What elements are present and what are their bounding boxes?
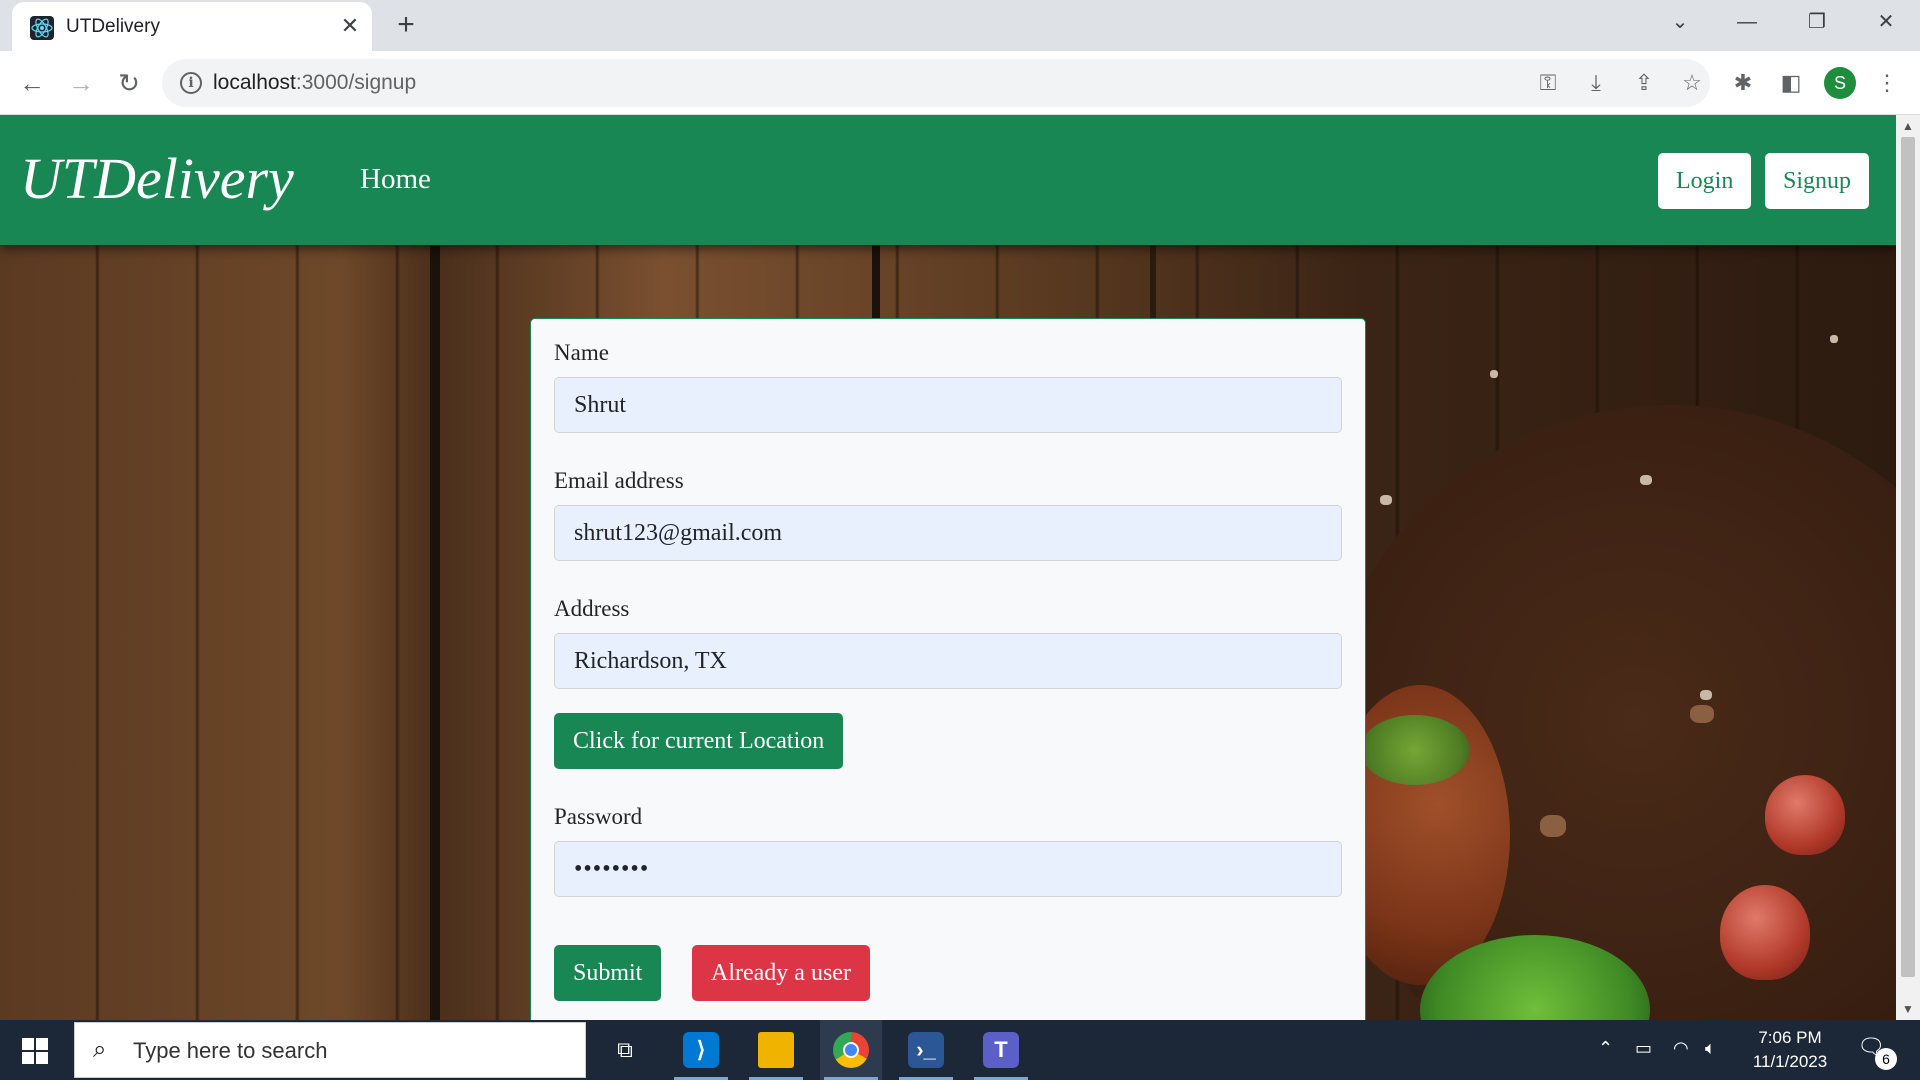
chrome-icon[interactable] bbox=[820, 1020, 882, 1080]
wifi-icon[interactable]: ◠ bbox=[1673, 1038, 1689, 1059]
site-navbar: UTDelivery Home Login Signup bbox=[0, 115, 1896, 245]
powershell-icon[interactable]: ›_ bbox=[895, 1020, 957, 1080]
windows-taskbar: ⌕ Type here to search ⧉ ⟩ ›_ T ⌃ ▭ ◠ 🔈︎ … bbox=[0, 1020, 1920, 1080]
name-input[interactable]: Shrut bbox=[554, 377, 1342, 433]
tab-search-chevron-icon[interactable]: ⌄ bbox=[1660, 8, 1700, 36]
back-arrow-icon[interactable]: ← bbox=[17, 68, 47, 98]
submit-button[interactable]: Submit bbox=[554, 945, 662, 1001]
scroll-thumb[interactable] bbox=[1901, 137, 1915, 977]
clock-time: 7:06 PM bbox=[1758, 1028, 1822, 1047]
file-explorer-icon[interactable] bbox=[745, 1020, 807, 1080]
notification-center-icon[interactable]: 🗨︎ 6 bbox=[1855, 1034, 1897, 1070]
search-icon: ⌕ bbox=[93, 1036, 107, 1063]
address-bar[interactable]: i localhost:3000/signup ⚿ ⤓ ⇪ ☆ bbox=[162, 59, 1710, 107]
new-tab-button[interactable]: + bbox=[392, 10, 420, 40]
windows-start-icon[interactable] bbox=[22, 1038, 48, 1064]
close-window-button[interactable]: ✕ bbox=[1866, 8, 1906, 36]
side-panel-icon[interactable]: ◧ bbox=[1776, 68, 1806, 98]
notification-count-badge: 6 bbox=[1875, 1048, 1897, 1070]
restore-button[interactable]: ❐ bbox=[1797, 8, 1837, 36]
scroll-down-arrow-icon[interactable]: ▼ bbox=[1896, 998, 1920, 1020]
name-label: Name bbox=[554, 340, 609, 365]
taskbar-search-box[interactable]: ⌕ Type here to search bbox=[74, 1022, 586, 1078]
search-placeholder: Type here to search bbox=[133, 1038, 328, 1063]
share-icon[interactable]: ⇪ bbox=[1630, 69, 1658, 97]
minimize-button[interactable]: — bbox=[1727, 8, 1767, 36]
page-viewport: UTDelivery Home Login Signup Name Shrut … bbox=[0, 115, 1896, 1020]
password-label: Password bbox=[554, 804, 643, 829]
page-scrollbar[interactable]: ▲ ▼ bbox=[1896, 115, 1920, 1020]
signup-button[interactable]: Signup bbox=[1765, 153, 1870, 209]
tab-title: UTDelivery bbox=[66, 16, 160, 37]
password-key-icon[interactable]: ⚿ bbox=[1534, 69, 1562, 97]
nav-home-link[interactable]: Home bbox=[360, 163, 431, 196]
tab-close-icon[interactable]: ✕ bbox=[338, 14, 362, 38]
react-favicon-icon bbox=[30, 16, 54, 40]
site-info-icon[interactable]: i bbox=[180, 72, 202, 94]
address-input[interactable]: Richardson, TX bbox=[554, 633, 1342, 689]
extensions-puzzle-icon[interactable]: ✱ bbox=[1728, 68, 1758, 98]
email-input[interactable]: shrut123@gmail.com bbox=[554, 505, 1342, 561]
scroll-up-arrow-icon[interactable]: ▲ bbox=[1896, 115, 1920, 137]
profile-avatar[interactable]: S bbox=[1824, 67, 1856, 99]
signup-form: Name Shrut Email address shrut123@gmail.… bbox=[530, 318, 1366, 1020]
browser-toolbar: ← → ↻ i localhost:3000/signup ⚿ ⤓ ⇪ ☆ ✱ … bbox=[0, 51, 1920, 115]
system-clock[interactable]: 7:06 PM 11/1/2023 bbox=[1730, 1026, 1850, 1074]
show-hidden-icons-chevron-icon[interactable]: ⌃ bbox=[1598, 1038, 1613, 1059]
volume-icon[interactable]: 🔈︎ bbox=[1705, 1038, 1716, 1059]
browser-tab[interactable]: UTDelivery ✕ bbox=[12, 2, 372, 51]
battery-icon[interactable]: ▭ bbox=[1635, 1038, 1652, 1059]
brand-logo[interactable]: UTDelivery bbox=[20, 145, 294, 212]
password-input[interactable]: •••••••• bbox=[554, 841, 1342, 897]
clock-date: 11/1/2023 bbox=[1752, 1052, 1828, 1071]
browser-tabstrip: UTDelivery ✕ + ⌄ — ❐ ✕ bbox=[0, 0, 1920, 51]
login-button[interactable]: Login bbox=[1658, 153, 1752, 209]
bookmark-star-icon[interactable]: ☆ bbox=[1678, 69, 1706, 97]
install-app-icon[interactable]: ⤓ bbox=[1582, 69, 1610, 97]
task-view-icon[interactable]: ⧉ bbox=[594, 1020, 656, 1080]
vscode-icon[interactable]: ⟩ bbox=[670, 1020, 732, 1080]
address-label: Address bbox=[554, 596, 630, 621]
current-location-button[interactable]: Click for current Location bbox=[554, 713, 844, 769]
email-label: Email address bbox=[554, 468, 684, 493]
already-a-user-button[interactable]: Already a user bbox=[692, 945, 870, 1001]
teams-icon[interactable]: T bbox=[970, 1020, 1032, 1080]
url-text[interactable]: localhost:3000/signup bbox=[213, 71, 416, 95]
browser-menu-icon[interactable]: ⋮ bbox=[1872, 68, 1902, 98]
reload-icon[interactable]: ↻ bbox=[114, 68, 144, 98]
forward-arrow-icon[interactable]: → bbox=[66, 68, 96, 98]
